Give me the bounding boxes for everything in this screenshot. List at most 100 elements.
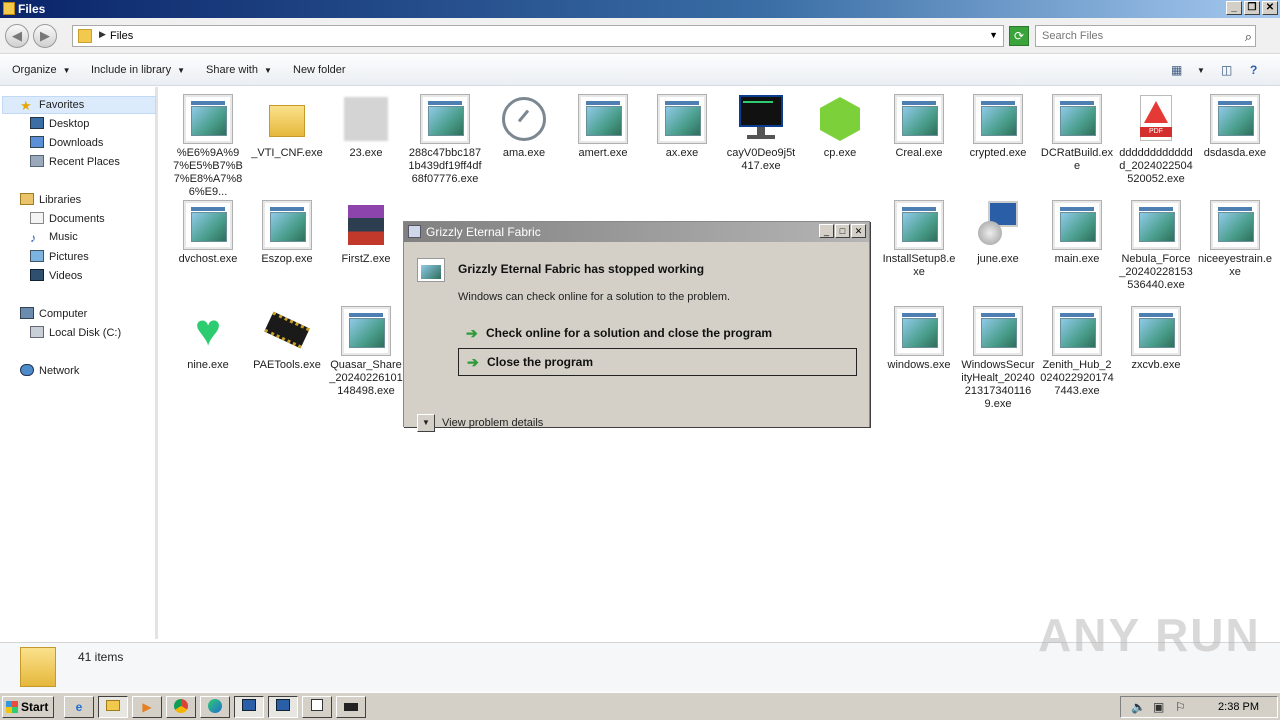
include-in-library-menu[interactable]: Include in library ▼ — [91, 64, 185, 76]
help-icon[interactable]: ? — [1250, 63, 1257, 77]
nav-downloads[interactable]: Downloads — [30, 136, 103, 149]
nav-recent-places[interactable]: Recent Places — [30, 155, 120, 168]
network-icon — [20, 364, 34, 376]
ie-icon[interactable]: e — [64, 696, 94, 718]
back-button[interactable]: ◀ — [5, 24, 29, 48]
start-button[interactable]: Start — [2, 696, 54, 718]
nav-libraries[interactable]: Libraries — [20, 193, 81, 206]
chevron-down-icon[interactable]: ▼ — [417, 414, 435, 432]
preview-pane-icon[interactable]: ◫ — [1221, 63, 1232, 77]
nav-computer[interactable]: Computer — [20, 307, 87, 320]
close-program-option[interactable]: ➔ Close the program — [458, 348, 857, 376]
file-name: niceeyestrain.exe — [1198, 253, 1272, 278]
file-item[interactable]: main.exe — [1040, 201, 1114, 266]
nav-videos[interactable]: Videos — [30, 269, 82, 282]
file-item[interactable]: WindowsSecurityHealt_20240213173401169.e… — [961, 307, 1035, 411]
start-label: Start — [21, 700, 49, 714]
clock[interactable]: 2:38 PM — [1218, 701, 1259, 713]
exe-file-icon — [1211, 95, 1259, 143]
share-with-menu[interactable]: Share with ▼ — [206, 64, 272, 76]
file-item[interactable]: Eszop.exe — [250, 201, 324, 266]
search-input[interactable] — [1036, 26, 1231, 46]
dialog-maximize-button[interactable]: □ — [835, 224, 850, 238]
dialog-close-button[interactable]: ✕ — [851, 224, 866, 238]
nav-network[interactable]: Network — [20, 364, 79, 377]
file-item[interactable]: Creal.exe — [882, 95, 956, 160]
file-item[interactable]: %E6%9A%97%E5%B7%B7%E8%A7%86%E9... — [171, 95, 245, 199]
folder-icon — [3, 2, 15, 15]
file-name: windows.exe — [887, 359, 951, 371]
installer-task-icon-2[interactable] — [268, 696, 298, 718]
nav-local-disk[interactable]: Local Disk (C:) — [30, 326, 121, 339]
file-item[interactable]: FirstZ.exe — [329, 201, 403, 266]
edge-icon[interactable] — [200, 696, 230, 718]
file-name: FirstZ.exe — [341, 253, 391, 265]
window-title: Files — [18, 2, 46, 16]
drive-icon — [30, 326, 44, 338]
file-item[interactable]: ax.exe — [645, 95, 719, 160]
file-item[interactable]: 23.exe — [329, 95, 403, 160]
chevron-down-icon[interactable]: ▼ — [1197, 66, 1205, 75]
restore-button[interactable]: ❐ — [1244, 1, 1260, 15]
window-task-icon[interactable] — [302, 696, 332, 718]
file-item[interactable]: windows.exe — [882, 307, 956, 372]
file-item[interactable]: cayV0Deo9j5t417.exe — [724, 95, 798, 173]
refresh-icon[interactable]: ⟳ — [1009, 26, 1029, 46]
file-item[interactable]: PAETools.exe — [250, 307, 324, 372]
nav-desktop-label: Desktop — [49, 118, 90, 130]
media-player-icon[interactable]: ▶ — [132, 696, 162, 718]
file-item[interactable]: 288c47bbc1871b439df19ff4df68f07776.exe — [408, 95, 482, 186]
file-item[interactable]: dvchost.exe — [171, 201, 245, 266]
file-item[interactable]: InstallSetup8.exe — [882, 201, 956, 279]
dialog-minimize-button[interactable]: _ — [819, 224, 834, 238]
view-details-toggle[interactable]: ▼ View problem details — [417, 414, 543, 432]
organize-menu[interactable]: Organize ▼ — [12, 64, 71, 76]
file-item[interactable]: PDF ddddddddddddd_2024022504520052.exe — [1119, 95, 1193, 186]
file-item[interactable]: cp.exe — [803, 95, 877, 160]
file-item[interactable]: crypted.exe — [961, 95, 1035, 160]
chip-task-icon[interactable] — [336, 696, 366, 718]
address-field[interactable]: ▶ Files ▼ — [72, 25, 1004, 47]
file-item[interactable]: ama.exe — [487, 95, 561, 160]
file-item[interactable]: Zenith_Hub_20240229201747443.exe — [1040, 307, 1114, 398]
search-box[interactable]: ⌕ — [1035, 25, 1256, 47]
chevron-down-icon[interactable]: ▼ — [989, 30, 998, 40]
dialog-titlebar[interactable]: Grizzly Eternal Fabric _ □ ✕ — [404, 222, 869, 242]
chrome-icon[interactable] — [166, 696, 196, 718]
recent-places-icon — [30, 155, 44, 167]
change-view-icon[interactable]: ▦ — [1171, 63, 1182, 77]
file-item[interactable]: june.exe — [961, 201, 1035, 266]
breadcrumb[interactable]: Files — [110, 30, 133, 42]
file-item[interactable]: amert.exe — [566, 95, 640, 160]
file-item[interactable]: niceeyestrain.exe — [1198, 201, 1272, 279]
nav-pictures[interactable]: Pictures — [30, 250, 89, 263]
explorer-icon[interactable] — [98, 696, 128, 718]
file-item[interactable]: Nebula_Force_20240228153536440.exe — [1119, 201, 1193, 292]
file-item[interactable]: ♥ nine.exe — [171, 307, 245, 372]
file-name: %E6%9A%97%E5%B7%B7%E8%A7%86%E9... — [173, 147, 243, 198]
flag-icon[interactable]: ⚐ — [1175, 700, 1186, 714]
close-button[interactable]: ✕ — [1262, 1, 1278, 15]
network-tray-icon[interactable]: ▣ — [1153, 700, 1164, 714]
window-titlebar[interactable]: Files _ ❐ ✕ — [0, 0, 1280, 18]
nav-favorites[interactable]: ★ Favorites — [20, 98, 84, 113]
organize-label: Organize — [12, 64, 57, 76]
file-name: _VTI_CNF.exe — [251, 147, 323, 159]
file-item[interactable]: _VTI_CNF.exe — [250, 95, 324, 160]
search-icon[interactable]: ⌕ — [1245, 29, 1252, 45]
check-online-option[interactable]: ➔ Check online for a solution and close … — [458, 320, 857, 348]
new-folder-button[interactable]: New folder — [293, 64, 346, 76]
file-name: Eszop.exe — [261, 253, 313, 265]
nav-music[interactable]: ♪ Music — [30, 231, 78, 245]
nav-documents[interactable]: Documents — [30, 212, 105, 225]
breadcrumb-chevron-icon[interactable]: ▶ — [99, 29, 106, 40]
nav-desktop[interactable]: Desktop — [30, 117, 89, 130]
file-item[interactable]: dsdasda.exe — [1198, 95, 1272, 160]
forward-button[interactable]: ▶ — [33, 24, 57, 48]
minimize-button[interactable]: _ — [1226, 1, 1242, 15]
file-item[interactable]: DCRatBuild.exe — [1040, 95, 1114, 173]
file-item[interactable]: zxcvb.exe — [1119, 307, 1193, 372]
installer-task-icon[interactable] — [234, 696, 264, 718]
volume-icon[interactable]: 🔈 — [1131, 700, 1146, 714]
file-item[interactable]: Quasar_Share_20240226101148498.exe — [329, 307, 403, 398]
